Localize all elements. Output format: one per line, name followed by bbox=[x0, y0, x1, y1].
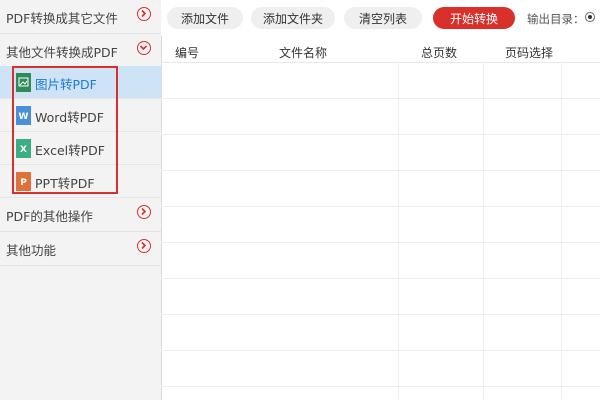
sidebar-section-label: 其他文件转换成PDF bbox=[6, 45, 118, 60]
excel-file-icon: X bbox=[16, 139, 31, 158]
grid-divider bbox=[161, 386, 600, 387]
sidebar-item-label: Word转PDF bbox=[35, 110, 104, 125]
grid-divider bbox=[161, 278, 600, 279]
chevron-right-icon[interactable] bbox=[137, 7, 151, 21]
sidebar-item-image-to-pdf[interactable]: 图片转PDF bbox=[0, 66, 161, 99]
sidebar-item-label: PPT转PDF bbox=[35, 176, 95, 191]
grid-divider bbox=[161, 134, 600, 135]
image-file-icon bbox=[16, 73, 31, 92]
grid-divider bbox=[161, 98, 600, 99]
word-file-icon: W bbox=[16, 106, 31, 125]
file-table: 编号 文件名称 总页数 页码选择 bbox=[161, 40, 600, 400]
table-header: 编号 文件名称 总页数 页码选择 bbox=[161, 40, 600, 63]
grid-divider bbox=[161, 206, 600, 207]
grid-divider bbox=[161, 314, 600, 315]
grid-divider bbox=[161, 242, 600, 243]
column-header-filename[interactable]: 文件名称 bbox=[279, 44, 327, 61]
svg-text:X: X bbox=[20, 145, 27, 155]
sidebar-item-excel-to-pdf[interactable]: X Excel转PDF bbox=[0, 132, 161, 165]
grid-divider bbox=[161, 350, 600, 351]
sidebar-section-other-to-pdf[interactable]: 其他文件转换成PDF bbox=[0, 34, 161, 66]
add-folder-button[interactable]: 添加文件夹 bbox=[251, 7, 335, 29]
sidebar-item-ppt-to-pdf[interactable]: P PPT转PDF bbox=[0, 165, 161, 198]
svg-text:W: W bbox=[19, 112, 29, 122]
sidebar-section-other-functions[interactable]: 其他功能 bbox=[0, 232, 161, 266]
column-header-total-pages[interactable]: 总页数 bbox=[421, 44, 457, 61]
chevron-down-icon[interactable] bbox=[137, 41, 151, 55]
svg-text:P: P bbox=[20, 178, 27, 188]
output-dir-radio[interactable] bbox=[585, 12, 595, 22]
start-convert-button[interactable]: 开始转换 bbox=[433, 7, 515, 29]
sidebar-item-word-to-pdf[interactable]: W Word转PDF bbox=[0, 99, 161, 132]
sidebar-section-label: PDF转换成其它文件 bbox=[6, 11, 118, 26]
sidebar-item-label: Excel转PDF bbox=[35, 143, 105, 158]
sidebar-item-label: 图片转PDF bbox=[35, 77, 97, 92]
chevron-right-icon[interactable] bbox=[137, 239, 151, 253]
sidebar-section-label: PDF的其他操作 bbox=[6, 209, 93, 224]
toolbar: 添加文件 添加文件夹 清空列表 开始转换 输出目录： bbox=[161, 0, 600, 36]
sidebar: PDF转换成其它文件 其他文件转换成PDF 图片转PDF W Word转PDF … bbox=[0, 0, 162, 400]
add-file-button[interactable]: 添加文件 bbox=[167, 7, 243, 29]
sidebar-section-pdf-other-ops[interactable]: PDF的其他操作 bbox=[0, 198, 161, 232]
sidebar-section-pdf-to-other[interactable]: PDF转换成其它文件 bbox=[0, 0, 161, 34]
column-header-page-select[interactable]: 页码选择 bbox=[505, 44, 553, 61]
ppt-file-icon: P bbox=[16, 172, 31, 191]
sidebar-section-label: 其他功能 bbox=[6, 243, 57, 258]
chevron-right-icon[interactable] bbox=[137, 205, 151, 219]
output-dir-label: 输出目录： bbox=[527, 12, 585, 26]
grid-divider bbox=[161, 170, 600, 171]
clear-list-button[interactable]: 清空列表 bbox=[344, 7, 422, 29]
column-header-number[interactable]: 编号 bbox=[175, 44, 199, 61]
